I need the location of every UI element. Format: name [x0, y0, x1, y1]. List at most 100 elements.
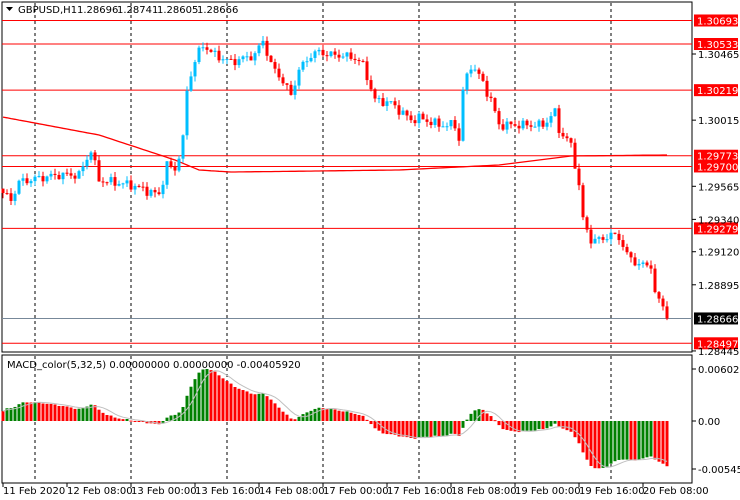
- candle-body: [265, 40, 269, 56]
- trading-chart[interactable]: 1.306931.305331.302191.297731.297001.292…: [0, 0, 740, 500]
- macd-histogram-bar: [373, 421, 377, 429]
- candle-body: [309, 57, 313, 62]
- candle-body: [25, 178, 29, 184]
- macd-title: MACD_color(5,32,5) 0.00000000 0.00000000…: [7, 360, 301, 371]
- candle-body: [161, 184, 165, 195]
- candle-body: [233, 59, 237, 66]
- candle-body: [377, 98, 381, 100]
- candle-body: [289, 84, 293, 95]
- macd-histogram-bar: [605, 421, 609, 467]
- macd-histogram-bar: [453, 421, 457, 434]
- macd-histogram-bar: [577, 421, 581, 444]
- candle-body: [301, 61, 305, 70]
- macd-axis-label: 0.0060271: [698, 365, 740, 376]
- time-axis-label: 17 Feb 00:00: [323, 486, 389, 497]
- ohlc-high: 1.28741: [117, 5, 158, 16]
- macd-histogram-bar: [421, 421, 425, 437]
- macd-histogram-bar: [637, 421, 641, 460]
- candle-body: [633, 257, 637, 266]
- macd-histogram-bar: [213, 371, 217, 421]
- macd-axis-label: -0.005452: [698, 465, 740, 476]
- macd-histogram-bar: [385, 421, 389, 435]
- macd-histogram-bar: [369, 421, 373, 425]
- macd-histogram-bar: [165, 417, 169, 421]
- macd-histogram-bar: [613, 421, 617, 462]
- candle-body: [545, 122, 549, 127]
- macd-histogram-bar: [57, 405, 61, 421]
- macd-histogram-bar: [193, 379, 197, 421]
- macd-histogram-bar: [221, 378, 225, 421]
- price-axis-label: 1.30015: [698, 116, 739, 127]
- candle-body: [269, 55, 273, 63]
- candle-body: [413, 120, 417, 124]
- macd-histogram-bar: [133, 420, 137, 422]
- candle-body: [541, 120, 545, 127]
- candle-body: [213, 50, 217, 52]
- candle-body: [645, 262, 649, 266]
- macd-histogram-bar: [273, 403, 277, 421]
- candle-body: [133, 185, 137, 190]
- candle-body: [317, 49, 321, 52]
- macd-histogram-bar: [497, 421, 501, 426]
- candle-body: [481, 73, 485, 81]
- candle-body: [405, 110, 409, 116]
- candle-body: [613, 232, 617, 234]
- candle: [181, 134, 185, 163]
- candle-body: [29, 181, 33, 184]
- macd-histogram-bar: [309, 410, 313, 421]
- time-axis-label: 11 Feb 2020: [3, 486, 65, 497]
- price-level-label: 1.30693: [697, 16, 738, 27]
- candle: [185, 86, 189, 140]
- macd-histogram-bar: [525, 421, 529, 431]
- macd-histogram-bar: [629, 421, 633, 460]
- candle-body: [461, 89, 465, 141]
- macd-histogram-bar: [49, 403, 53, 421]
- price-level-label: 1.30219: [697, 86, 738, 97]
- price-axis-label: 1.29340: [698, 215, 739, 226]
- macd-histogram-bar: [77, 408, 81, 421]
- candle-body: [273, 62, 277, 69]
- candle: [17, 179, 21, 196]
- candle-body: [121, 183, 125, 185]
- macd-histogram-bar: [521, 421, 525, 431]
- macd-histogram-bar: [601, 421, 605, 468]
- current-price-label: 1.28666: [697, 314, 738, 325]
- candle-body: [333, 51, 337, 55]
- macd-histogram-bar: [649, 421, 653, 457]
- candle-body: [537, 120, 541, 127]
- candle-body: [65, 172, 69, 174]
- candle-body: [185, 90, 189, 136]
- time-axis-label: 14 Feb 08:00: [259, 486, 325, 497]
- macd-histogram-bar: [437, 421, 441, 436]
- macd-histogram-bar: [541, 421, 545, 430]
- candle-body: [649, 265, 653, 269]
- candle-body: [109, 177, 113, 183]
- candle-body: [561, 132, 565, 137]
- macd-histogram-bar: [257, 393, 261, 421]
- candle-body: [533, 126, 537, 128]
- macd-histogram-bar: [533, 421, 537, 431]
- ohlc-low: 1.28605: [157, 5, 198, 16]
- macd-histogram-bar: [553, 421, 557, 424]
- macd-histogram-bar: [505, 421, 509, 430]
- candle-body: [117, 183, 121, 186]
- candle-body: [225, 58, 229, 60]
- candle: [553, 107, 557, 117]
- candle-body: [125, 180, 129, 184]
- macd-histogram-bar: [253, 394, 257, 421]
- candle-body: [465, 73, 469, 90]
- candle-body: [657, 292, 661, 299]
- candle-body: [285, 83, 289, 85]
- candle-body: [553, 108, 557, 117]
- candle-body: [61, 172, 65, 180]
- candle-body: [597, 237, 601, 239]
- candle: [581, 182, 585, 221]
- macd-histogram-bar: [125, 419, 129, 421]
- macd-histogram-bar: [329, 408, 333, 421]
- macd-histogram-bar: [665, 421, 669, 467]
- candle: [573, 138, 577, 169]
- candle-body: [489, 96, 493, 99]
- candle-body: [401, 110, 405, 115]
- candle-body: [501, 124, 505, 130]
- candle-body: [321, 49, 325, 56]
